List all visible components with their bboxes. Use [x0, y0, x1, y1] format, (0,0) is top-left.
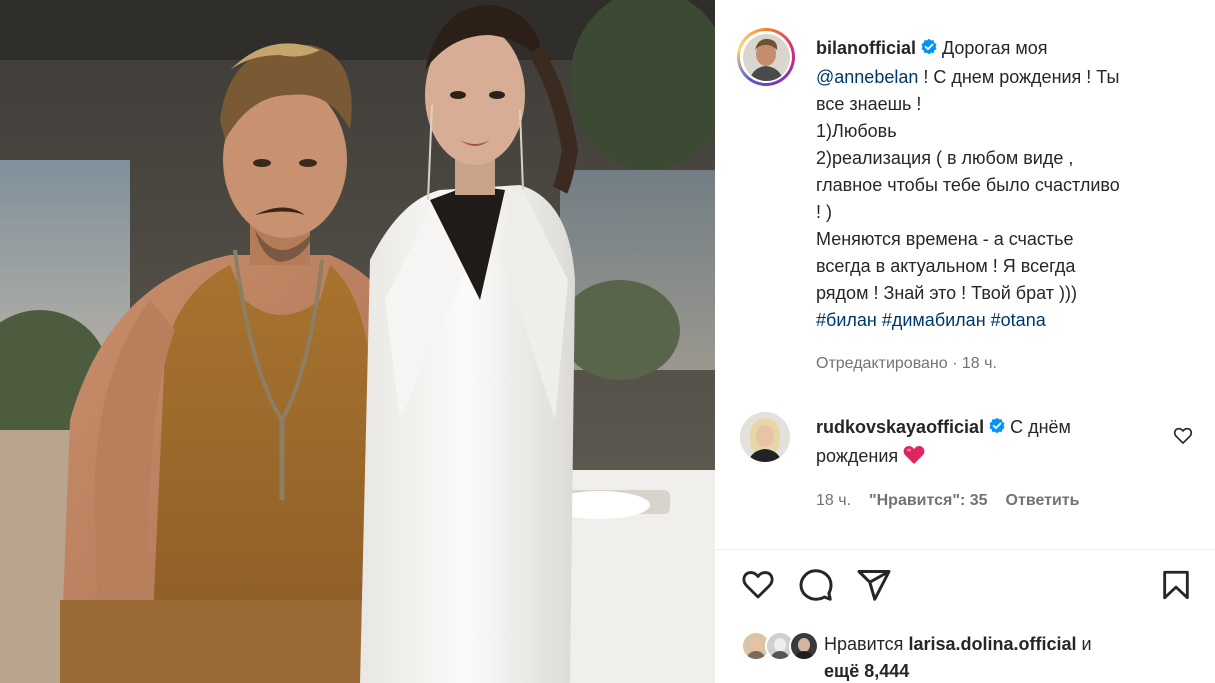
liker-avatar	[789, 631, 819, 661]
caption-line-3: все знаешь !	[816, 94, 922, 114]
caption-line-9: всегда в актуальном ! Я всегда	[816, 256, 1076, 276]
caption-line-6: главное чтобы тебе было счастливо	[816, 175, 1120, 195]
comment-text: rudkovskayaofficial С днём рождения	[816, 414, 1146, 470]
comment-text-line2: рождения	[816, 446, 899, 466]
comment-icon[interactable]	[797, 566, 835, 604]
caption-line-0: Дорогая моя	[942, 38, 1048, 58]
verified-badge-icon	[988, 416, 1006, 443]
caption-line-10: рядом ! Знай это ! Твой брат )))	[816, 283, 1077, 303]
caption-line-2: ! С днем рождения ! Ты	[918, 67, 1120, 87]
author-avatar[interactable]	[737, 28, 795, 86]
likes-count[interactable]: ещё 8,444	[824, 658, 1154, 683]
comment-meta: 18 ч. "Нравится": 35 Ответить	[816, 492, 1079, 510]
likes-suffix: и	[1081, 634, 1092, 654]
hashtag-link[interactable]: #димабилан	[882, 310, 986, 330]
comment-like-icon[interactable]	[1173, 426, 1193, 446]
edited-label: Отредактировано	[816, 355, 948, 372]
commenter-username[interactable]: rudkovskayaofficial	[816, 417, 984, 437]
action-bar	[739, 566, 1195, 606]
likers-avatars[interactable]	[741, 631, 819, 661]
author-avatar-image	[742, 33, 790, 81]
post-meta: Отредактировано · 18 ч.	[816, 355, 997, 373]
heart-icon[interactable]	[739, 566, 777, 604]
liker-username[interactable]: larisa.dolina.official	[908, 634, 1076, 654]
divider	[715, 549, 1215, 550]
post-side-panel: bilanofficial Дорогая моя @annebelan ! С …	[715, 0, 1215, 683]
caption-line-4: 1)Любовь	[816, 121, 897, 141]
reply-button[interactable]: Ответить	[1006, 492, 1080, 510]
author-username[interactable]: bilanofficial	[816, 38, 916, 58]
comment-time[interactable]: 18 ч.	[816, 492, 851, 510]
post-photo[interactable]	[0, 0, 715, 683]
bookmark-icon[interactable]	[1157, 566, 1195, 604]
verified-badge-icon	[920, 37, 938, 64]
commenter-avatar-image	[740, 412, 790, 462]
post-photo-illustration	[0, 0, 715, 683]
comment-text-line1: С днём	[1010, 417, 1071, 437]
likes-text: Нравится larisa.dolina.official и ещё 8,…	[824, 631, 1154, 683]
caption-line-8: Меняются времена - а счастье	[816, 229, 1074, 249]
caption-line-7: ! )	[816, 202, 832, 222]
comment-likes-count[interactable]: "Нравится": 35	[869, 492, 988, 510]
likes-prefix: Нравится	[824, 634, 904, 654]
caption-text: bilanofficial Дорогая моя @annebelan ! С …	[816, 35, 1176, 334]
likes-summary: Нравится larisa.dolina.official и ещё 8,…	[741, 628, 1195, 683]
caption-mention[interactable]: @annebelan	[816, 67, 918, 87]
hashtag-link[interactable]: #otana	[991, 310, 1046, 330]
comment-item: rudkovskayaofficial С днём рождения	[737, 410, 1193, 490]
commenter-avatar[interactable]	[740, 412, 790, 462]
red-heart-emoji	[903, 446, 925, 466]
caption-line-5: 2)реализация ( в любом виде ,	[816, 148, 1074, 168]
post-time[interactable]: 18 ч.	[962, 355, 997, 372]
send-icon[interactable]	[855, 566, 893, 604]
meta-separator: ·	[952, 355, 962, 372]
hashtag-link[interactable]: #билан	[816, 310, 877, 330]
